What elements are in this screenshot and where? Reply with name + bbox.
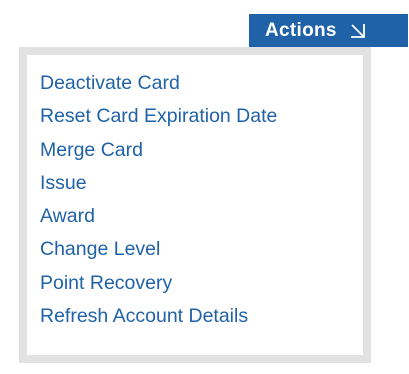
actions-button[interactable]: Actions — [249, 14, 408, 47]
actions-menu-list: Deactivate Card Reset Card Expiration Da… — [27, 55, 363, 333]
menu-item-award[interactable]: Award — [40, 200, 363, 233]
menu-item-reset-card-expiration-date[interactable]: Reset Card Expiration Date — [40, 100, 363, 133]
actions-dropdown: Actions Deactivate Card Reset Card Expir… — [0, 0, 409, 374]
arrow-down-right-icon — [349, 22, 367, 40]
menu-item-deactivate-card[interactable]: Deactivate Card — [40, 67, 363, 100]
actions-button-label: Actions — [265, 19, 337, 41]
menu-item-merge-card[interactable]: Merge Card — [40, 134, 363, 167]
menu-item-point-recovery[interactable]: Point Recovery — [40, 267, 363, 300]
menu-item-change-level[interactable]: Change Level — [40, 233, 363, 266]
actions-menu: Deactivate Card Reset Card Expiration Da… — [19, 47, 371, 363]
menu-item-refresh-account-details[interactable]: Refresh Account Details — [40, 300, 363, 333]
menu-item-issue[interactable]: Issue — [40, 167, 363, 200]
